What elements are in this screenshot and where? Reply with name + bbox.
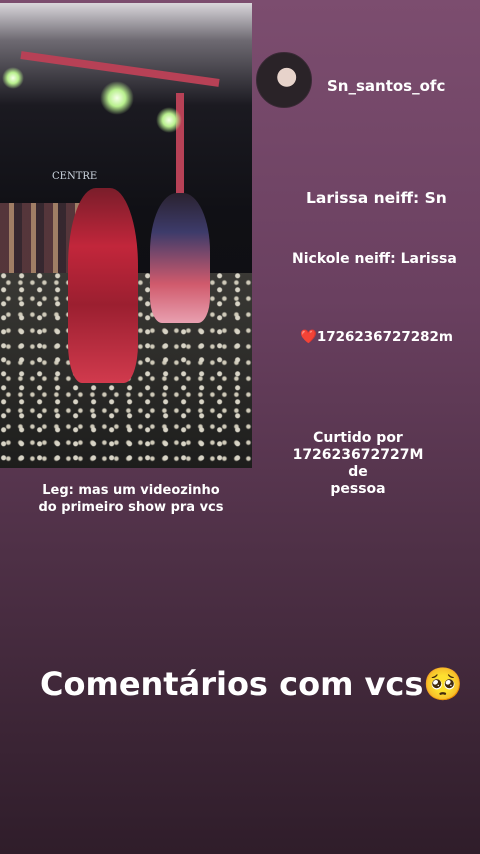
dancer: [150, 193, 210, 323]
profile-avatar[interactable]: [256, 52, 312, 108]
liked-by-line-1: Curtido por: [313, 430, 403, 446]
stage-light: [100, 81, 134, 115]
post-photo[interactable]: CENTRE: [0, 3, 252, 468]
comment-2: Nickole neiff: Larissa: [292, 251, 457, 267]
headline: Comentários com vcs🥺: [40, 665, 464, 703]
heart-icon: ❤️: [300, 329, 317, 345]
liked-by-line-3: pessoa: [330, 481, 386, 497]
stage-light: [2, 67, 24, 89]
caption-line-2: do primeiro show pra vcs: [38, 500, 224, 515]
caption-line-1: Leg: mas um videozinho: [42, 483, 220, 498]
likes-count-text: 1726236727282m: [316, 329, 453, 345]
liked-by-line-2: 172623672727M de: [292, 447, 424, 480]
dancer: [68, 188, 138, 383]
stage-light: [156, 107, 182, 133]
username[interactable]: Sn_santos_ofc: [327, 77, 445, 95]
liked-by-text: Curtido por 172623672727M de pessoa: [283, 430, 433, 498]
stage-sign: CENTRE: [52, 171, 98, 182]
comment-1: Larissa neiff: Sn: [306, 189, 447, 207]
caption: Leg: mas um videozinho do primeiro show …: [36, 482, 226, 516]
likes-count: ❤️1726236727282m: [300, 329, 453, 345]
